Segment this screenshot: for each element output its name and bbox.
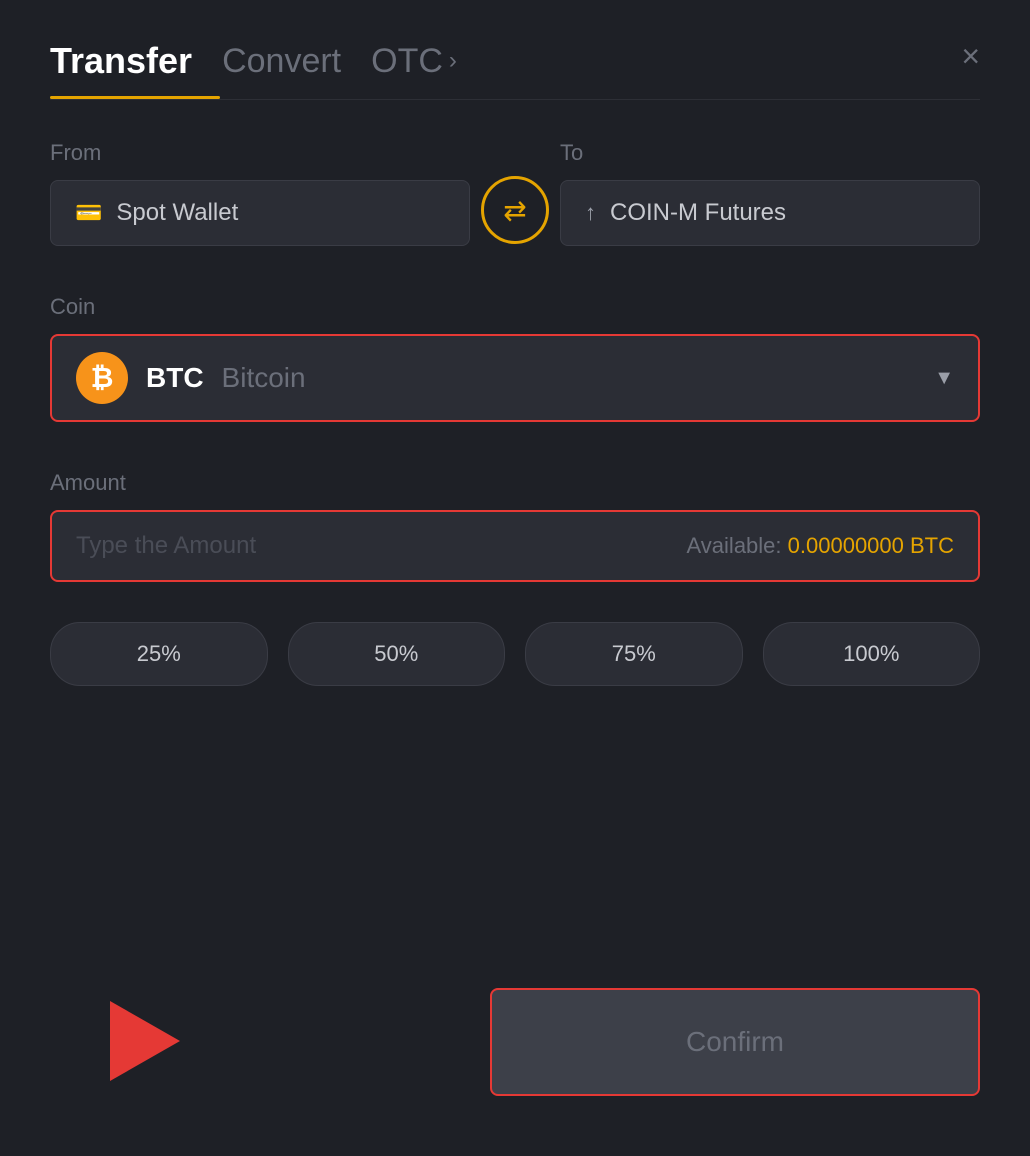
swap-icon: ⇄	[503, 194, 526, 227]
coin-section: Coin ₿ BTC Bitcoin ▼	[50, 294, 980, 422]
amount-placeholder: Type the Amount	[76, 532, 256, 560]
to-wallet-selector[interactable]: ↑ COIN-M Futures	[560, 180, 980, 246]
percent-25-button[interactable]: 25%	[50, 622, 268, 686]
percent-buttons-group: 25% 50% 75% 100%	[50, 622, 980, 686]
header: Transfer Convert OTC › ×	[50, 40, 980, 82]
confirm-button[interactable]: Confirm	[490, 988, 980, 1096]
modal-container: Transfer Convert OTC › × From 💳 Spot Wal…	[0, 0, 1030, 1156]
from-to-section: From 💳 Spot Wallet ⇄ To ↑ COIN-M Futures	[50, 140, 980, 246]
coin-symbol: BTC	[146, 362, 204, 394]
amount-input-box[interactable]: Type the Amount Available: 0.00000000 BT…	[50, 510, 980, 582]
tab-transfer[interactable]: Transfer	[50, 40, 192, 82]
available-value: 0.00000000 BTC	[788, 533, 954, 558]
from-wallet-name: Spot Wallet	[116, 199, 238, 227]
from-wallet-selector[interactable]: 💳 Spot Wallet	[50, 180, 470, 246]
to-wallet-name: COIN-M Futures	[610, 199, 786, 227]
tab-otc[interactable]: OTC ›	[371, 42, 457, 81]
header-divider	[50, 99, 980, 100]
available-text: Available: 0.00000000 BTC	[687, 533, 954, 559]
coin-label: Coin	[50, 294, 980, 320]
percent-100-button[interactable]: 100%	[763, 622, 981, 686]
from-block: From 💳 Spot Wallet	[50, 140, 470, 246]
amount-label: Amount	[50, 470, 980, 496]
coin-full-name: Bitcoin	[222, 362, 306, 394]
arrow-wrapper	[110, 1001, 180, 1086]
percent-75-button[interactable]: 75%	[525, 622, 743, 686]
swap-wrapper: ⇄	[470, 176, 560, 246]
to-label: To	[560, 140, 980, 166]
close-button[interactable]: ×	[961, 40, 980, 72]
btc-icon: ₿	[76, 352, 128, 404]
percent-50-button[interactable]: 50%	[288, 622, 506, 686]
coin-selector[interactable]: ₿ BTC Bitcoin ▼	[50, 334, 980, 422]
from-label: From	[50, 140, 470, 166]
red-arrow-icon	[110, 1001, 180, 1081]
futures-wallet-icon: ↑	[585, 200, 596, 226]
bottom-section: Confirm	[50, 988, 980, 1096]
swap-button[interactable]: ⇄	[481, 176, 549, 244]
tab-convert[interactable]: Convert	[222, 42, 341, 81]
to-block: To ↑ COIN-M Futures	[560, 140, 980, 246]
spot-wallet-icon: 💳	[75, 200, 102, 226]
otc-chevron-icon: ›	[449, 47, 457, 75]
chevron-down-icon: ▼	[934, 367, 954, 390]
amount-section: Amount Type the Amount Available: 0.0000…	[50, 470, 980, 582]
